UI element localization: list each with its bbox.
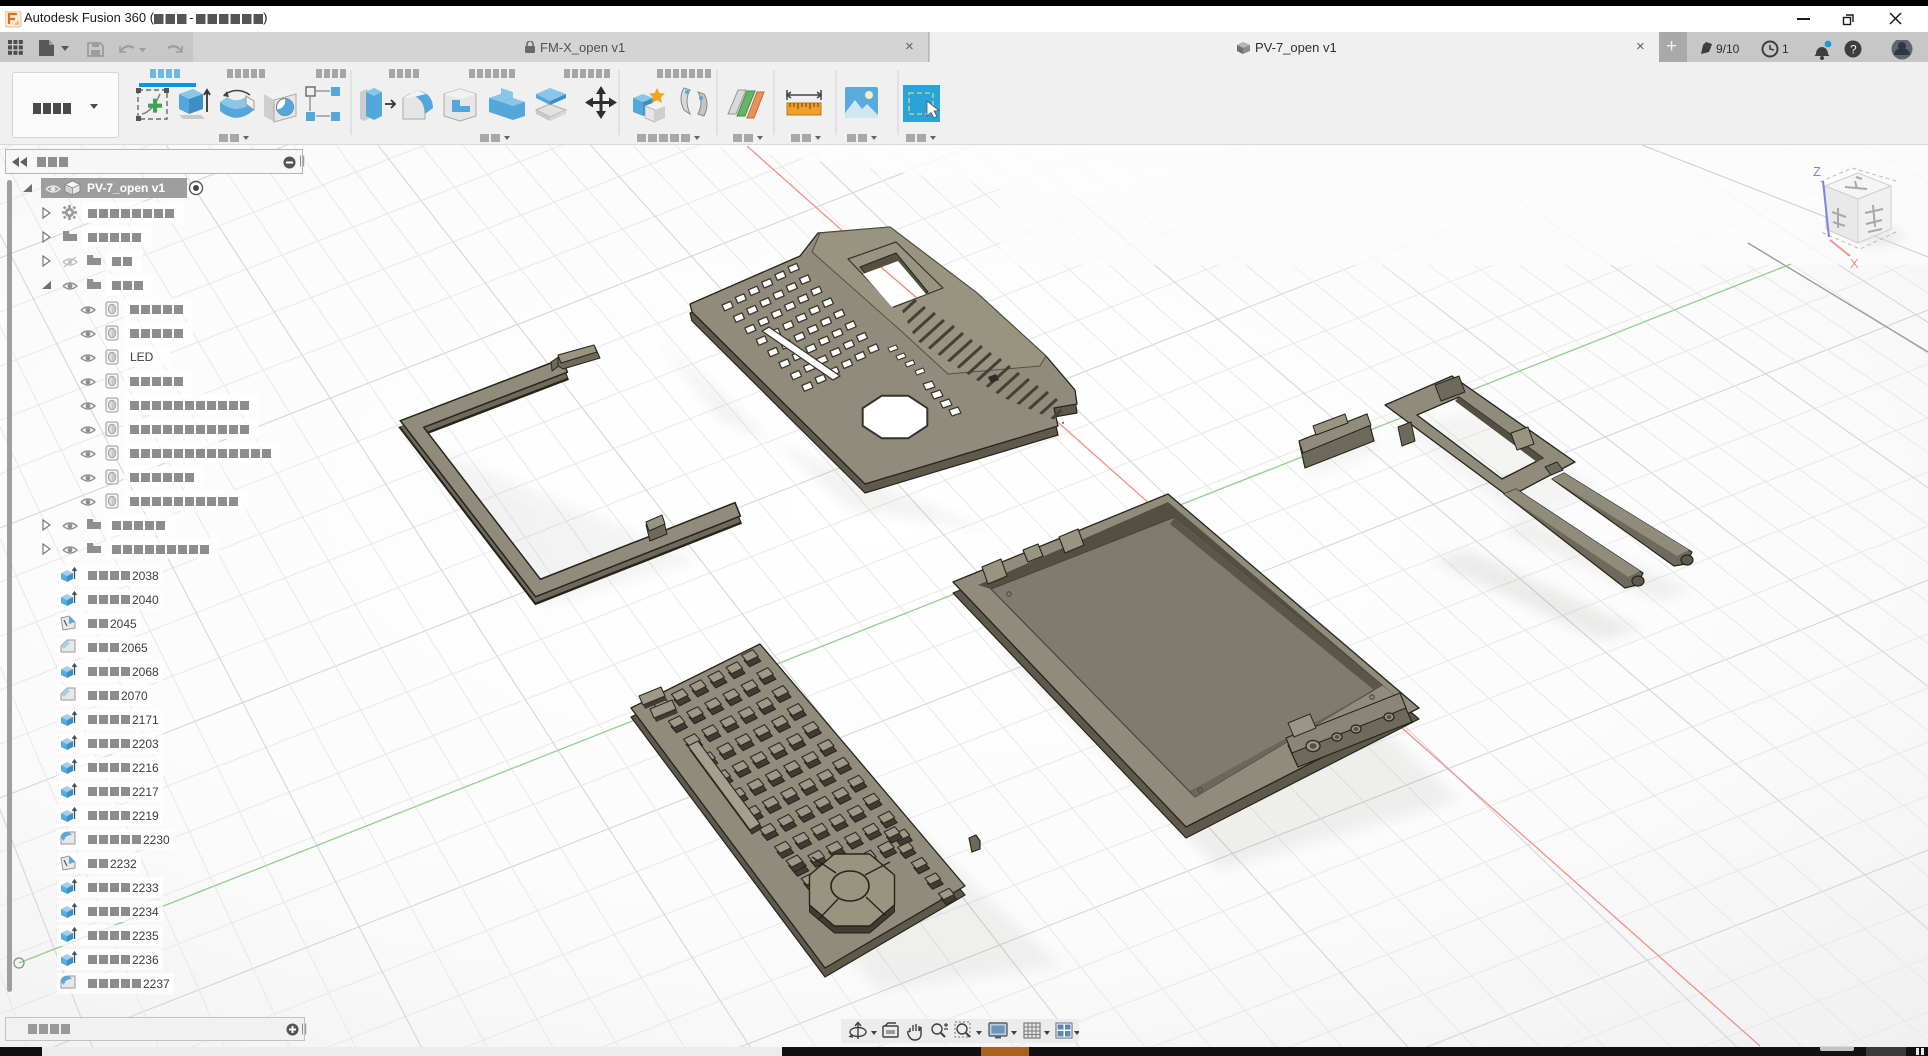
- svg-text:9/10: 9/10: [1716, 42, 1740, 56]
- svg-text:Z: Z: [1813, 164, 1821, 179]
- svg-text:?: ?: [1850, 43, 1857, 57]
- svg-text:X: X: [1850, 256, 1859, 271]
- svg-text:1: 1: [1782, 42, 1789, 56]
